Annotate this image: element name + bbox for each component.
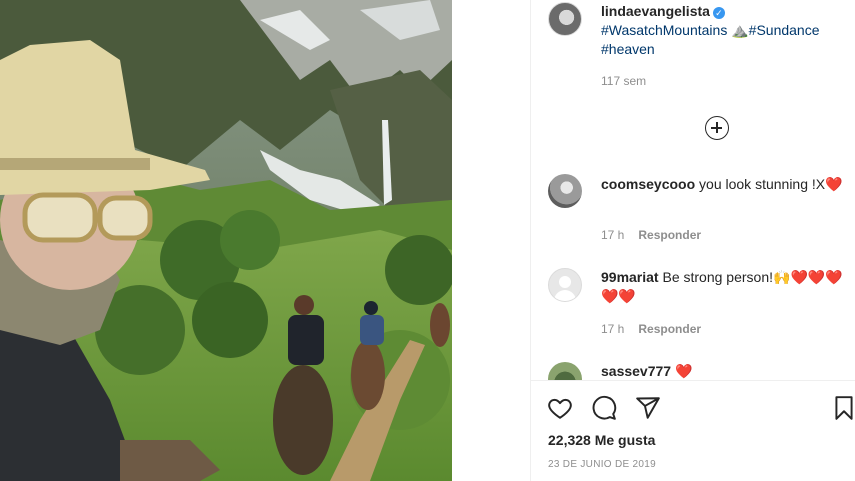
- hashtag-wasatchmountains[interactable]: #WasatchMountains: [601, 22, 727, 38]
- bookmark-icon[interactable]: [831, 395, 855, 421]
- speech-bubble-icon[interactable]: [591, 395, 617, 421]
- comment-username[interactable]: 99mariat: [601, 269, 659, 285]
- comment-username[interactable]: sassev777: [601, 363, 671, 379]
- hashtag-sundance[interactable]: #Sundance: [749, 22, 820, 38]
- caption: lindaevangelista ✓ #WasatchMountains ⛰️#S…: [601, 2, 851, 59]
- comment-text: you look stunning !X: [699, 176, 826, 192]
- mountain-horse-ride-image: [0, 0, 452, 481]
- comment: coomseycooo you look stunning !X❤️: [601, 175, 851, 194]
- comment-avatar[interactable]: [548, 174, 582, 208]
- raised-hands-emoji: 🙌: [773, 269, 791, 285]
- heart-outline-icon[interactable]: [547, 395, 573, 421]
- post-footer: 22,328 Me gusta 23 DE JUNIO DE 2019: [531, 380, 855, 481]
- owner-avatar[interactable]: [548, 2, 582, 36]
- mountain-emoji: ⛰️: [731, 22, 749, 38]
- post-date[interactable]: 23 DE JUNIO DE 2019: [548, 459, 656, 470]
- comment-time[interactable]: 17 h: [601, 322, 624, 336]
- like-count[interactable]: 22,328 Me gusta: [548, 432, 655, 448]
- load-more-comments-plus-circle-icon[interactable]: [705, 116, 729, 140]
- verified-badge-icon: ✓: [712, 7, 725, 19]
- comment: sassev777 ❤️: [601, 362, 851, 381]
- comment-username[interactable]: coomseycooo: [601, 176, 695, 192]
- heart-emoji: ❤️: [825, 176, 843, 192]
- paper-plane-icon[interactable]: [635, 395, 661, 421]
- comment: 99mariat Be strong person!🙌❤️❤️❤️❤️❤️: [601, 268, 851, 306]
- reply-button[interactable]: Responder: [638, 322, 701, 336]
- post-age: 117 sem: [601, 74, 646, 88]
- post-age-text[interactable]: 117 sem: [601, 74, 646, 88]
- comment-meta: 17 h Responder: [601, 322, 701, 336]
- action-bar: [547, 395, 853, 421]
- comment-text: Be strong person!: [662, 269, 773, 285]
- post-photo[interactable]: [0, 0, 452, 481]
- post-detail-panel: lindaevangelista ✓ #WasatchMountains ⛰️#S…: [530, 0, 855, 481]
- heart-emoji: ❤️: [674, 363, 693, 379]
- hashtag-heaven[interactable]: #heaven: [601, 41, 655, 57]
- comment-meta: 17 h Responder: [601, 228, 701, 242]
- owner-username[interactable]: lindaevangelista: [601, 3, 710, 19]
- comment-time[interactable]: 17 h: [601, 228, 624, 242]
- reply-button[interactable]: Responder: [638, 228, 701, 242]
- comment-avatar[interactable]: [548, 268, 582, 302]
